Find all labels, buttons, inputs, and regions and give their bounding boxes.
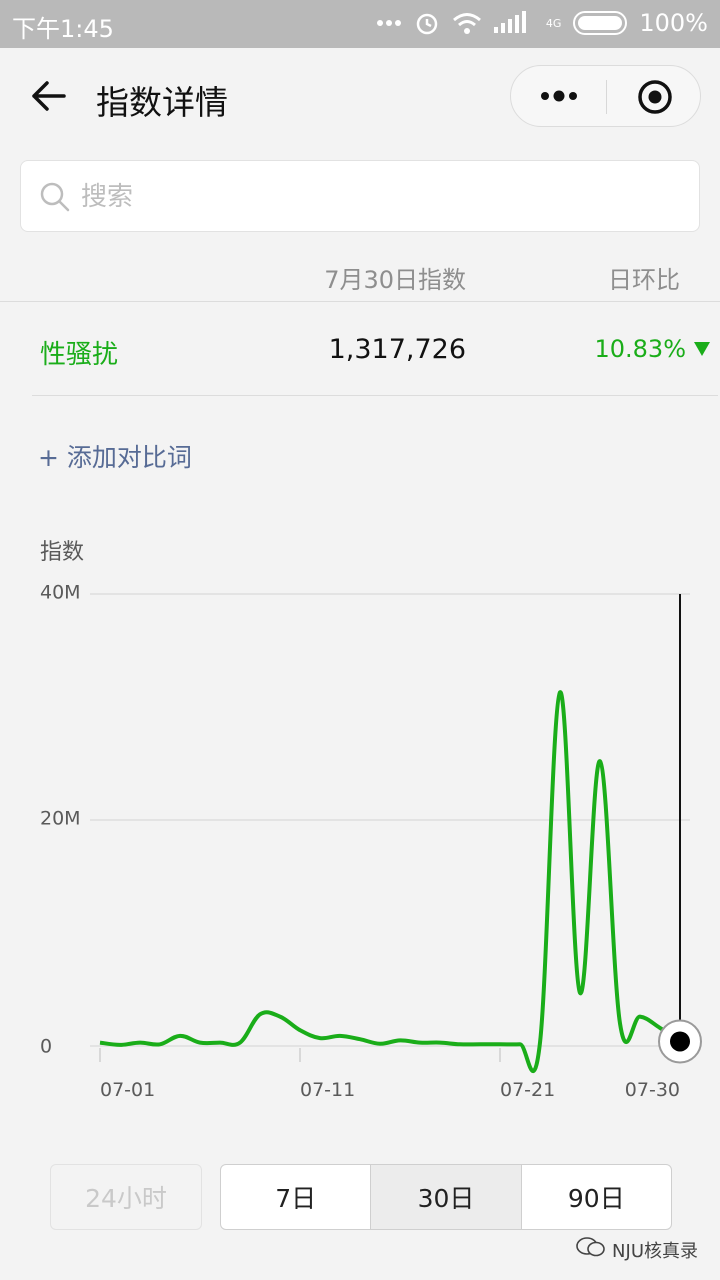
mini-program-capsule [510, 65, 701, 127]
y-tick-label: 40M [40, 582, 81, 604]
nav-bar: 指数详情 [0, 48, 720, 144]
keyword-label: 性骚扰 [40, 340, 119, 370]
network-type: 4G [545, 16, 562, 30]
battery-level: 100% [639, 9, 708, 37]
index-column-header: 7月30日指数 [324, 266, 466, 294]
search-icon [39, 181, 71, 213]
period-option[interactable]: 90日 [522, 1165, 671, 1229]
more-options-icon[interactable] [539, 86, 579, 106]
down-triangle-icon [694, 342, 710, 356]
back-arrow-icon[interactable] [30, 76, 70, 116]
status-bar: 下午1:45 4G 100% [0, 0, 720, 48]
y-tick-label: 0 [40, 1036, 52, 1058]
tab-24h: 24小时 [50, 1164, 202, 1230]
index-line-chart[interactable]: 0 20M 40M 07-01 07-11 07-21 07-30 [0, 570, 720, 1110]
daily-change: 10.83% [594, 335, 710, 363]
period-option[interactable]: 7日 [221, 1165, 372, 1229]
signal-icon [493, 11, 534, 35]
x-tick-label: 07-11 [300, 1079, 355, 1101]
x-tick-label: 07-21 [500, 1079, 555, 1101]
wechat-logo-icon [576, 1236, 606, 1263]
daily-change-value: 10.83% [594, 335, 686, 363]
x-tick-label: 07-30 [625, 1079, 680, 1101]
capsule-divider [606, 80, 607, 114]
y-axis-label: 指数 [40, 540, 85, 565]
x-tick-label: 07-01 [100, 1079, 155, 1101]
keyword-row[interactable]: 性骚扰 1,317,726 10.83% [32, 302, 718, 396]
more-dots-icon [376, 18, 402, 28]
watermark: NJU核真录 [576, 1236, 698, 1263]
watermark-text: NJU核真录 [612, 1240, 698, 1262]
wifi-icon [452, 11, 482, 35]
cursor-dot [670, 1031, 690, 1052]
page-title: 指数详情 [96, 83, 228, 122]
period-selector: 7日 30日 90日 [220, 1164, 672, 1230]
status-time: 下午1:45 [12, 15, 114, 43]
battery-icon [573, 11, 628, 35]
series-line [99, 690, 682, 1074]
close-target-icon[interactable] [637, 79, 673, 115]
search-input[interactable] [81, 175, 681, 219]
search-bar[interactable] [20, 160, 700, 232]
period-option[interactable]: 30日 [371, 1165, 522, 1229]
alarm-icon [414, 10, 440, 36]
table-header: 7月30日指数 日环比 [0, 244, 720, 302]
y-tick-label: 20M [40, 808, 81, 830]
change-column-header: 日环比 [608, 266, 680, 294]
add-compare-button[interactable]: + 添加对比词 [38, 438, 192, 474]
index-value: 1,317,726 [328, 334, 466, 365]
